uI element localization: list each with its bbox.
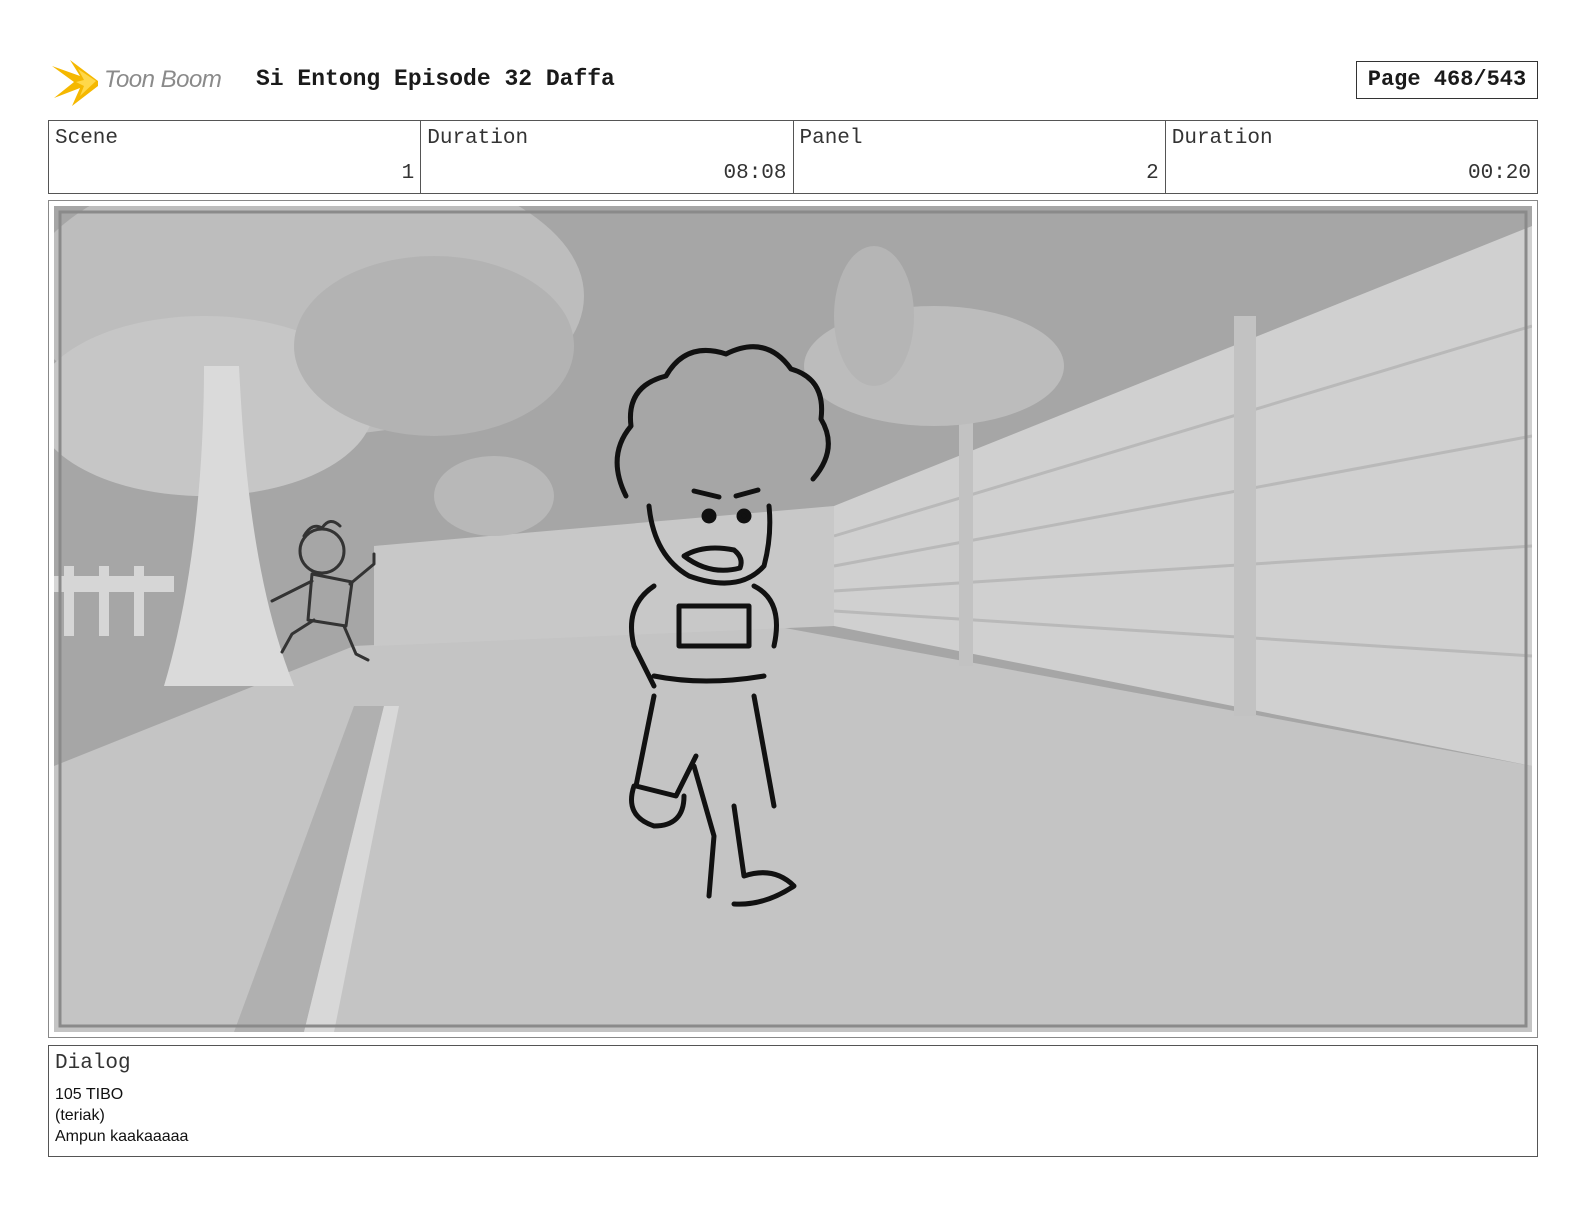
panel-cell: Panel 2 — [794, 121, 1166, 193]
scene-label: Scene — [55, 127, 119, 150]
scene-info-row: Scene 1 Duration 08:08 Panel 2 Duration … — [48, 120, 1538, 194]
page-number: Page 468/543 — [1356, 61, 1538, 99]
dialog-label: Dialog — [55, 1052, 131, 1075]
panel-label: Panel — [799, 127, 863, 150]
panel-duration-value: 00:20 — [1467, 162, 1531, 185]
dialog-text: 105 TIBO (teriak) Ampun kaakaaaaa — [55, 1084, 188, 1147]
scene-value: 1 — [401, 162, 415, 185]
dialog-line-direction: (teriak) — [55, 1107, 105, 1124]
toon-boom-logo: Toon Boom — [50, 54, 240, 110]
dialog-line-speech: Ampun kaakaaaaa — [55, 1128, 189, 1145]
dialog-box: Dialog 105 TIBO (teriak) Ampun kaakaaaaa — [48, 1045, 1538, 1157]
scene-duration-cell: Duration 08:08 — [421, 121, 794, 193]
panel-image — [54, 206, 1532, 1032]
panel-value: 2 — [1146, 162, 1159, 185]
panel-duration-label: Duration — [1171, 127, 1273, 150]
dialog-line-character: 105 TIBO — [55, 1086, 124, 1103]
scene-duration-label: Duration — [427, 127, 529, 150]
document-title: Si Entong Episode 32 Daffa — [256, 66, 615, 92]
scene-duration-value: 08:08 — [723, 162, 787, 185]
logo-text: Toon Boom — [104, 66, 222, 93]
storyboard-panel — [48, 200, 1538, 1038]
scene-cell: Scene 1 — [49, 121, 422, 193]
panel-duration-cell: Duration 00:20 — [1166, 121, 1537, 193]
